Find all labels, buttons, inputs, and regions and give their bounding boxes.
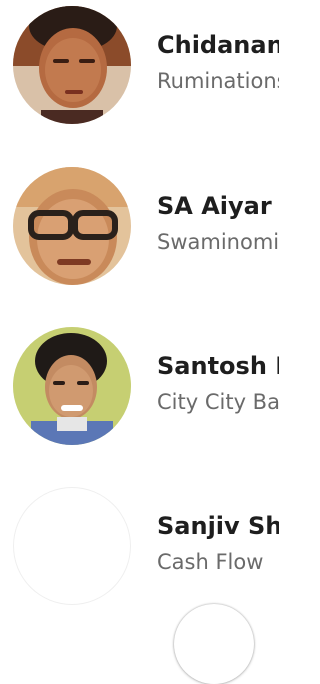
author-text: SA Aiyar Swaminomics <box>157 191 279 271</box>
author-text: Santosh Desai City City Bang Bang <box>157 351 279 431</box>
author-photo-icon <box>13 6 131 124</box>
author-avatar[interactable] <box>13 167 131 285</box>
author-list-item[interactable]: Santosh Desai City City Bang Bang <box>0 327 301 447</box>
author-list-item[interactable]: Chidanand Rajghatta Ruminations <box>0 6 301 126</box>
author-name[interactable]: Chidanand Rajghatta <box>157 30 279 60</box>
author-avatar[interactable] <box>13 6 131 124</box>
avatar-placeholder-icon[interactable] <box>13 487 131 605</box>
scroll-handle-button[interactable] <box>174 604 254 684</box>
author-photo-icon <box>13 327 131 445</box>
author-name[interactable]: Santosh Desai <box>157 351 279 381</box>
column-name[interactable]: Ruminations <box>157 68 279 94</box>
author-name[interactable]: SA Aiyar <box>157 191 272 221</box>
column-name[interactable]: Cash Flow <box>157 549 263 575</box>
author-photo-icon <box>13 167 131 285</box>
author-list-item[interactable]: Sanjiv Shankaran Cash Flow <box>0 487 301 607</box>
author-list-item[interactable]: SA Aiyar Swaminomics <box>0 167 301 287</box>
author-text: Chidanand Rajghatta Ruminations <box>157 30 279 110</box>
author-list: Chidanand Rajghatta Ruminations SA Aiyar… <box>0 0 301 684</box>
author-avatar[interactable] <box>13 327 131 445</box>
author-name[interactable]: Sanjiv Shankaran <box>157 511 279 541</box>
column-name[interactable]: City City Bang Bang <box>157 389 279 415</box>
column-name[interactable]: Swaminomics <box>157 229 279 255</box>
author-text: Sanjiv Shankaran Cash Flow <box>157 511 279 591</box>
